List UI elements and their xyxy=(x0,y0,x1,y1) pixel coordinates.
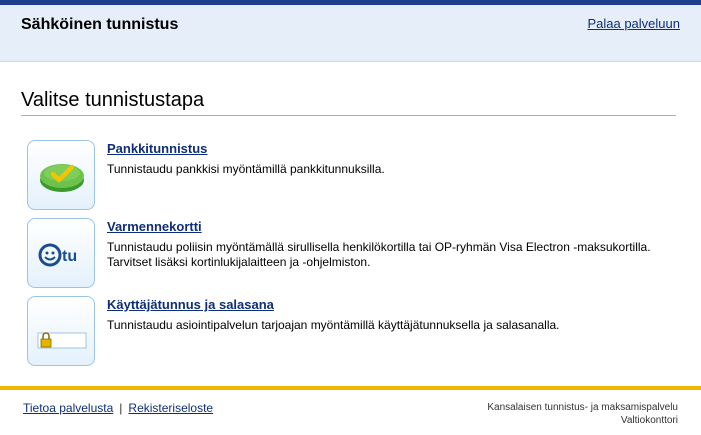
back-to-service-link[interactable]: Palaa palveluun xyxy=(587,16,680,31)
bank-auth-description: Tunnistaudu pankkisi myöntämillä pankkit… xyxy=(107,162,385,176)
page-title: Valitse tunnistustapa xyxy=(21,89,205,111)
bank-auth-link[interactable]: Pankkitunnistus xyxy=(107,141,207,156)
certificate-card-description: Tunnistaudu poliisin myöntämällä sirulli… xyxy=(107,240,651,269)
footer-org-line1: Kansalaisen tunnistus- ja maksamispalvel… xyxy=(487,402,678,413)
about-service-link[interactable]: Tietoa palvelusta xyxy=(23,401,113,415)
tupas-logo-text: tu xyxy=(62,248,77,265)
certificate-card-link[interactable]: Varmennekortti xyxy=(107,219,202,234)
tupas-card-icon[interactable]: tu xyxy=(27,218,95,288)
footer-org-line2: Valtiokonttori xyxy=(620,415,678,426)
header-title: Sähköinen tunnistus xyxy=(21,16,179,33)
register-notice-link[interactable]: Rekisteriseloste xyxy=(128,401,213,415)
username-password-link[interactable]: Käyttäjätunnus ja salasana xyxy=(107,297,274,312)
footer-links: Tietoa palvelusta | Rekisteriseloste xyxy=(23,401,213,415)
footer-divider xyxy=(0,386,701,390)
padlock-password-icon[interactable] xyxy=(27,296,95,366)
page-header: Sähköinen tunnistus Palaa palveluun xyxy=(0,5,701,62)
title-divider xyxy=(21,115,676,116)
bank-check-icon[interactable] xyxy=(27,140,95,210)
footer-organization: Kansalaisen tunnistus- ja maksamispalvel… xyxy=(487,401,678,427)
footer-separator: | xyxy=(119,401,123,415)
username-password-description: Tunnistaudu asiointipalvelun tarjoajan m… xyxy=(107,318,560,332)
